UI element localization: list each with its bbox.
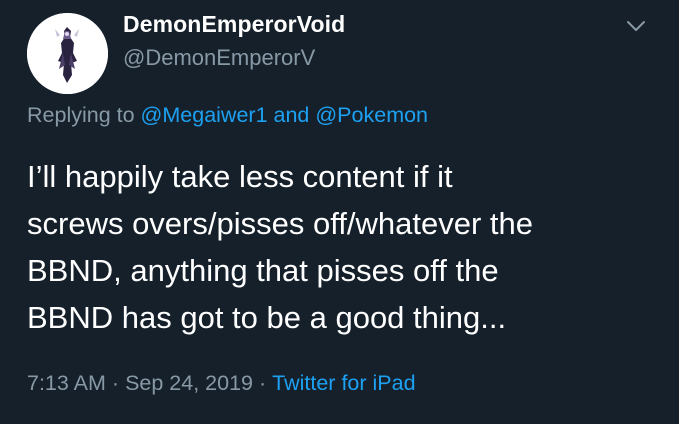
chevron-down-icon[interactable]	[622, 16, 650, 36]
user-handle[interactable]: @DemonEmperorV	[123, 45, 315, 71]
replying-prefix: Replying to	[27, 103, 141, 127]
avatar[interactable]	[27, 13, 108, 94]
tweet-text-line: BBND, anything that pisses off the	[27, 253, 499, 288]
tweet-card: DemonEmperorVoid @DemonEmperorV Replying…	[0, 0, 679, 424]
mention-link[interactable]: @Megaiwer1	[141, 103, 268, 127]
tweet-date[interactable]: Sep 24, 2019	[125, 371, 253, 395]
tweet-text-line: screws overs/pisses off/whatever the	[27, 206, 533, 241]
reply-conjunction[interactable]: and	[268, 103, 316, 127]
tweet-text-line: BBND has got to be a good thing...	[27, 300, 507, 335]
tweet-time[interactable]: 7:13 AM	[27, 371, 106, 395]
display-name[interactable]: DemonEmperorVoid	[123, 11, 345, 38]
meta-separator: ·	[258, 371, 267, 395]
mention-link[interactable]: @Pokemon	[315, 103, 428, 127]
tweet-text-line: I’ll happily take less content if it	[27, 159, 453, 194]
tweet-text: I’ll happily take less content if it scr…	[27, 153, 667, 341]
replying-to: Replying to @Megaiwer1 and @Pokemon	[27, 103, 428, 128]
tweet-source[interactable]: Twitter for iPad	[272, 371, 415, 395]
tweet-meta: 7:13 AM · Sep 24, 2019 · Twitter for iPad	[27, 371, 416, 396]
avatar-image	[27, 13, 108, 94]
meta-separator: ·	[111, 371, 120, 395]
